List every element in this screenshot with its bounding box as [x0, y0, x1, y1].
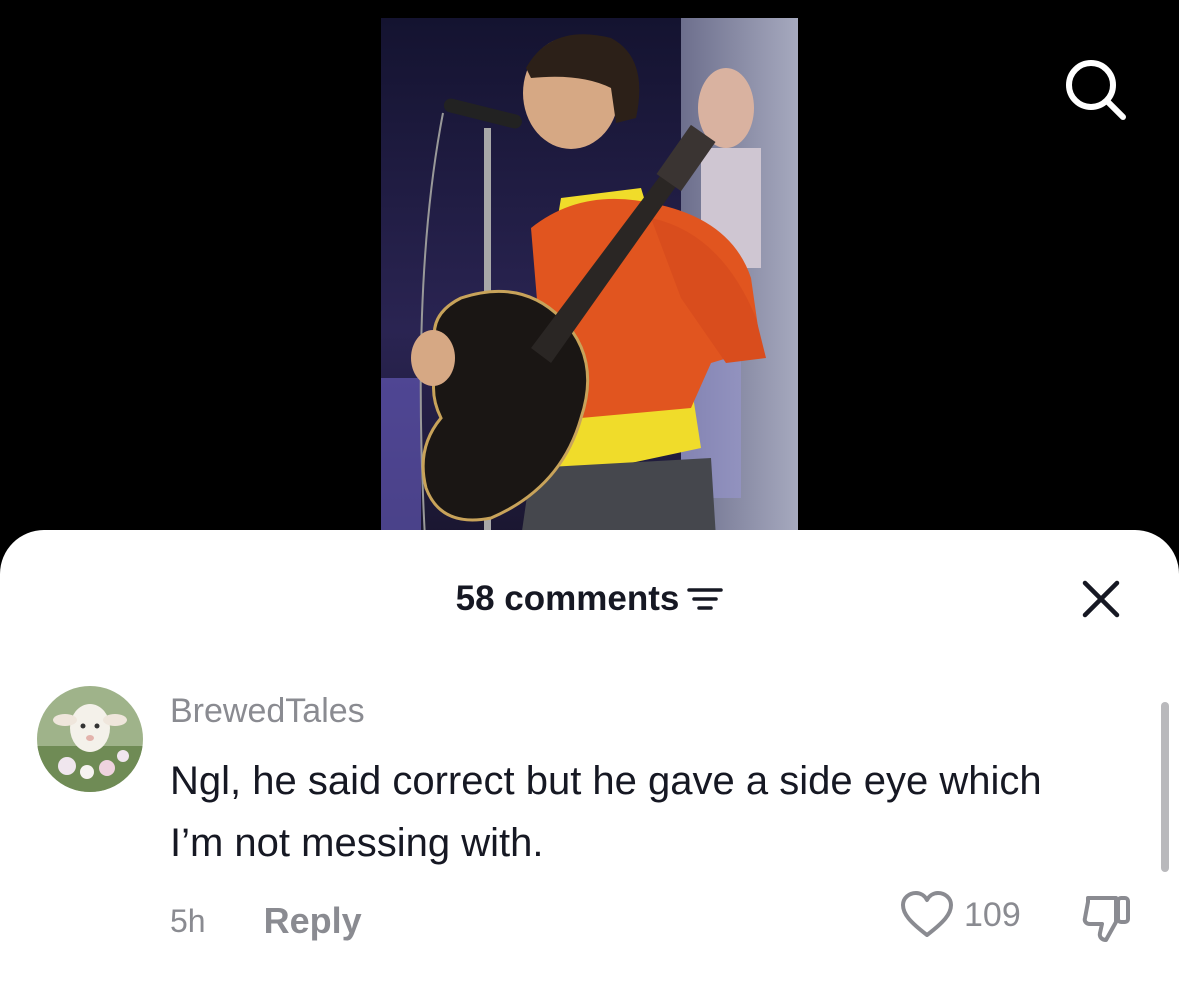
- comment-count-sort-button[interactable]: 58 comments: [456, 579, 724, 619]
- reply-button[interactable]: Reply: [264, 900, 362, 942]
- comments-sheet: 58 comments BrewedTales Ngl, he said cor…: [0, 530, 1179, 981]
- video-area[interactable]: [0, 0, 1179, 560]
- comment-count-label: 58 comments: [455, 579, 680, 618]
- search-button[interactable]: [1058, 52, 1134, 128]
- dislike-button[interactable]: [1080, 892, 1134, 946]
- like-button[interactable]: 109: [900, 890, 1021, 940]
- scrollbar[interactable]: [1161, 702, 1169, 872]
- comment-text: Ngl, he said correct but he gave a side …: [170, 759, 1042, 865]
- video-thumbnail[interactable]: [381, 18, 798, 538]
- concert-performer-image: [381, 18, 798, 538]
- sort-filter-icon: [687, 588, 724, 610]
- heart-outline-icon: [901, 891, 953, 937]
- comment-meta: 5h Reply: [170, 900, 362, 942]
- comment-username[interactable]: BrewedTales: [170, 692, 365, 731]
- like-count: 109: [964, 895, 1021, 934]
- close-button[interactable]: [1072, 570, 1130, 628]
- search-icon: [1066, 60, 1126, 120]
- comments-header: 58 comments: [0, 574, 1179, 624]
- avatar[interactable]: [37, 686, 143, 792]
- comment-timestamp: 5h: [170, 902, 206, 939]
- lamb-avatar: [37, 686, 143, 792]
- close-icon: [1082, 580, 1120, 618]
- thumbs-down-icon: [1082, 896, 1130, 942]
